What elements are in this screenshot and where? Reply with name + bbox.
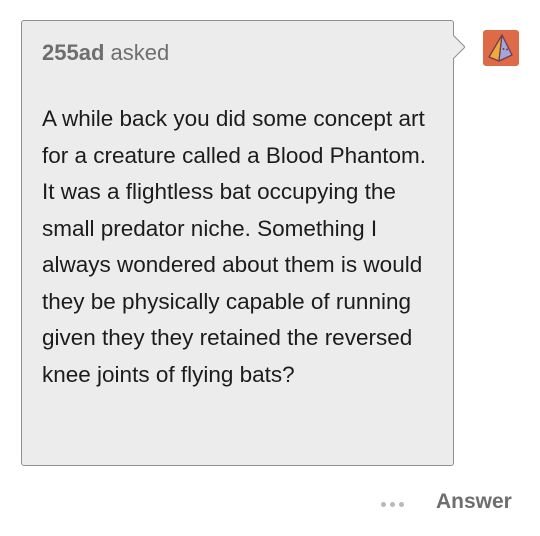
card-pointer — [453, 35, 465, 59]
ellipsis-icon-dot — [398, 501, 404, 507]
ellipsis-icon — [380, 501, 386, 507]
asker-avatar[interactable] — [483, 30, 519, 66]
ask-card: 255ad asked A while back you did some co… — [21, 20, 454, 466]
answer-button[interactable]: Answer — [436, 490, 512, 514]
more-options-button[interactable] — [375, 492, 409, 516]
pyramid-avatar-icon — [488, 34, 513, 62]
question-text: A while back you did some concept art fo… — [42, 106, 426, 387]
ellipsis-icon-dot — [389, 501, 395, 507]
asker-name[interactable]: 255ad — [42, 40, 104, 65]
asker-line: 255ad asked — [42, 40, 169, 66]
asked-label: asked — [110, 40, 170, 65]
post-footer: Answer — [0, 486, 540, 522]
ask-post: 255ad asked A while back you did some co… — [0, 0, 540, 536]
